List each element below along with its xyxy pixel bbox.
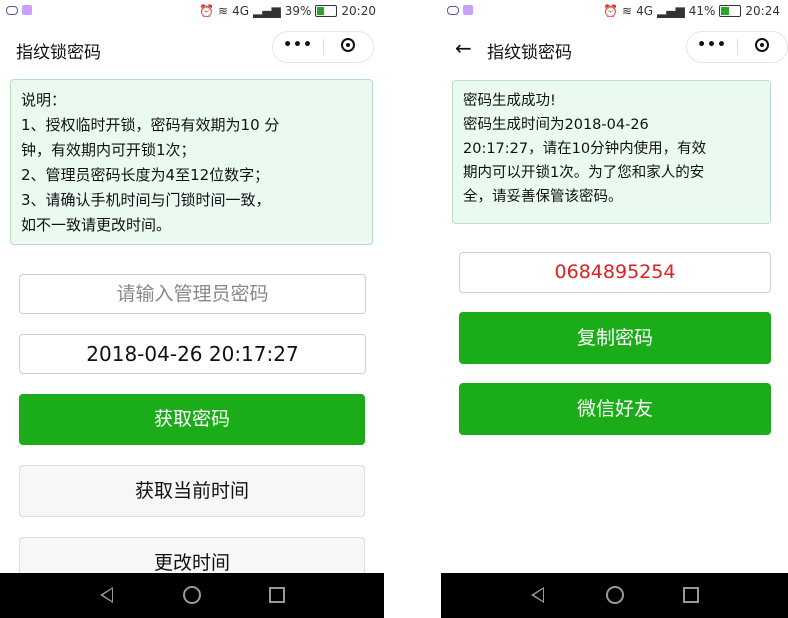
status-right: ⏰ ≋ 4G ▂▄▆ 39% 20:20 (199, 4, 376, 18)
signal-4g: 4G (232, 4, 250, 18)
success-note: 密码生成成功! 密码生成时间为2018-04-26 20:17:27，请在10分… (452, 80, 771, 224)
note-line: 20:17:27，请在10分钟内使用，有效 (463, 141, 707, 157)
generated-password-field[interactable]: 0684895254 (459, 252, 771, 293)
note-line: 3、请确认手机时间与门锁时间一致， (21, 191, 271, 209)
wifi-icon: ≋ (218, 4, 229, 18)
left-phone-screen: ⏰ ≋ 4G ▂▄▆ 39% 20:20 指纹锁密码 ••• 说明： 1、授权临… (0, 0, 384, 618)
signal-icon: ▂▄▆ (657, 4, 685, 18)
title-bar: 指纹锁密码 ••• (0, 26, 384, 70)
app-icon (22, 5, 32, 15)
wechat-friend-button[interactable]: 微信好友 (459, 383, 771, 435)
status-bar: ⏰ ≋ 4G ▂▄▆ 39% 20:20 (0, 0, 384, 24)
battery-icon (719, 5, 742, 17)
battery-icon (315, 5, 338, 17)
system-nav-bar (0, 573, 384, 618)
clock-time: 20:24 (745, 4, 780, 18)
note-line: 密码生成时间为2018-04-26 (463, 117, 649, 133)
system-nav-bar (441, 573, 788, 618)
note-line: 密码生成成功! (463, 93, 556, 109)
clock-time: 20:20 (341, 4, 376, 18)
copy-password-button[interactable]: 复制密码 (459, 312, 771, 364)
right-phone-screen: ⏰ ≋ 4G ▂▄▆ 41% 20:24 ← 指纹锁密码 ••• 密码生成成功!… (441, 0, 788, 618)
recent-square-icon[interactable] (265, 583, 289, 607)
status-bar: ⏰ ≋ 4G ▂▄▆ 41% 20:24 (441, 0, 788, 24)
get-current-time-button[interactable]: 获取当前时间 (19, 465, 365, 517)
instructions-note: 说明： 1、授权临时开锁，密码有效期为10 分 钟，有效期内可开锁1次； 2、管… (10, 79, 373, 245)
page-title: 指纹锁密码 (16, 43, 101, 63)
more-dots-icon[interactable]: ••• (687, 37, 737, 53)
note-line: 钟，有效期内可开锁1次； (21, 141, 196, 159)
signal-4g: 4G (636, 4, 654, 18)
capsule-divider (737, 39, 738, 55)
status-right: ⏰ ≋ 4G ▂▄▆ 41% 20:24 (603, 4, 780, 18)
status-left (447, 5, 473, 15)
home-circle-icon[interactable] (603, 583, 627, 607)
note-line: 2、管理员密码长度为4至12位数字； (21, 166, 270, 184)
capsule-divider (323, 39, 324, 55)
note-line: 期内可以开锁1次。为了您和家人的安 (463, 165, 705, 181)
title-bar: ← 指纹锁密码 ••• (441, 26, 788, 70)
alarm-icon: ⏰ (199, 4, 215, 18)
back-triangle-icon[interactable] (95, 583, 119, 607)
target-circle-icon[interactable] (341, 38, 355, 52)
page-title: 指纹锁密码 (487, 43, 572, 63)
note-line: 说明： (21, 91, 67, 109)
recent-square-icon[interactable] (679, 583, 703, 607)
signal-icon: ▂▄▆ (253, 4, 281, 18)
app-icon (463, 5, 473, 15)
alarm-icon: ⏰ (603, 4, 619, 18)
wifi-icon: ≋ (622, 4, 633, 18)
get-password-button[interactable]: 获取密码 (19, 394, 365, 445)
battery-percent: 41% (688, 4, 716, 18)
note-line: 如不一致请更改时间。 (21, 216, 172, 234)
more-dots-icon[interactable]: ••• (273, 37, 323, 53)
mini-program-capsule: ••• (272, 31, 374, 63)
back-arrow-icon[interactable]: ← (455, 36, 472, 60)
mini-program-capsule: ••• (686, 31, 788, 63)
admin-password-input[interactable]: 请输入管理员密码 (19, 274, 366, 314)
note-line: 全，请妥善保管该密码。 (463, 189, 623, 205)
cloud-icon (447, 5, 459, 15)
note-line: 1、授权临时开锁，密码有效期为10 分 (21, 116, 280, 134)
back-triangle-icon[interactable] (526, 583, 550, 607)
home-circle-icon[interactable] (180, 583, 204, 607)
status-left (6, 5, 32, 15)
target-circle-icon[interactable] (755, 38, 769, 52)
battery-percent: 39% (284, 4, 312, 18)
datetime-field[interactable]: 2018-04-26 20:17:27 (19, 334, 366, 374)
cloud-icon (6, 5, 18, 15)
